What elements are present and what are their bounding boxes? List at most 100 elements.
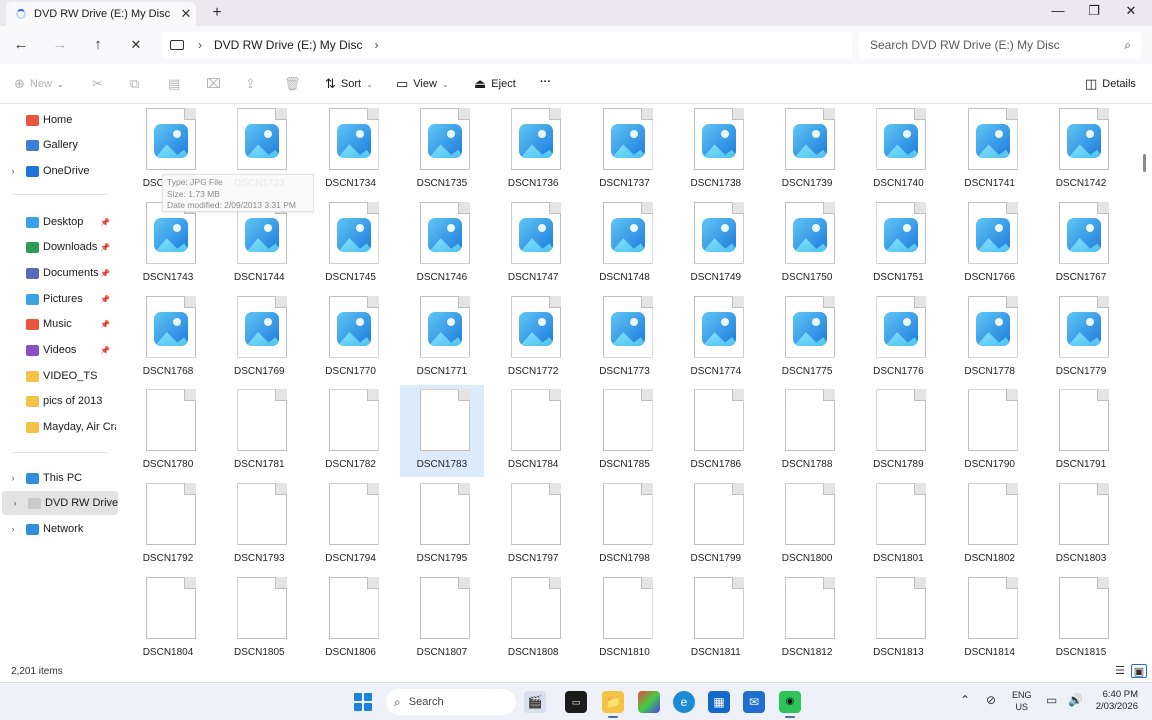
taskbar-search-box[interactable]: ⌕ Search: [386, 689, 516, 715]
pin-icon[interactable]: 📌: [100, 320, 110, 329]
file-explorer-icon[interactable]: 📁: [602, 691, 624, 718]
eject-button[interactable]: ⏏ Eject: [474, 76, 516, 92]
volume-icon[interactable]: 🔊: [1068, 693, 1083, 707]
show-hidden-icons-chevron-up-icon[interactable]: ⌃: [960, 693, 970, 707]
file-item[interactable]: DSCN1788: [765, 385, 849, 477]
sidebar-item-home[interactable]: Home: [0, 108, 116, 132]
breadcrumb-dvd-drive[interactable]: DVD RW Drive (E:) My Disc: [214, 38, 362, 52]
sidebar-item-mayday-air-cras[interactable]: Mayday, Air Cras: [0, 415, 116, 439]
sidebar-item-this-pc[interactable]: › This PC: [0, 466, 116, 490]
breadcrumb-separator[interactable]: ›: [374, 38, 378, 52]
file-item[interactable]: DSCN1794: [309, 479, 393, 571]
forward-button[interactable]: →: [48, 34, 72, 56]
file-item[interactable]: DSCN1800: [765, 479, 849, 571]
file-item[interactable]: DSCN1799: [674, 479, 758, 571]
file-item[interactable]: DSCN1748: [583, 198, 667, 290]
microsoft-store-icon[interactable]: ▦: [708, 691, 730, 713]
file-item[interactable]: DSCN1810: [583, 573, 667, 660]
share-button[interactable]: ⇪: [245, 76, 261, 92]
file-item[interactable]: DSCN1806: [309, 573, 393, 660]
file-item[interactable]: DSCN1812: [765, 573, 849, 660]
tab-close-button[interactable]: ✕: [176, 6, 196, 22]
large-icons-view-button[interactable]: ▣: [1131, 664, 1147, 678]
copilot-icon[interactable]: [638, 691, 660, 713]
expand-chevron-icon[interactable]: ›: [6, 166, 20, 176]
sidebar-item-onedrive[interactable]: › OneDrive: [0, 159, 116, 183]
close-window-button[interactable]: ✕: [1116, 3, 1146, 19]
file-item[interactable]: DSCN1780: [126, 385, 210, 477]
file-item[interactable]: DSCN1737: [583, 104, 667, 196]
file-item[interactable]: DSCN1774: [674, 292, 758, 384]
file-item[interactable]: DSCN1747: [491, 198, 575, 290]
expand-chevron-icon[interactable]: ›: [6, 473, 20, 483]
edge-browser-icon[interactable]: e: [673, 691, 695, 713]
details-pane-button[interactable]: ◫ Details: [1085, 76, 1136, 92]
file-item[interactable]: DSCN1805: [217, 573, 301, 660]
file-item[interactable]: DSCN1815: [1039, 573, 1123, 660]
sidebar-item-pics-of-2013[interactable]: pics of 2013: [0, 389, 116, 413]
rename-button[interactable]: ⌧: [206, 76, 226, 92]
file-item[interactable]: DSCN1751: [856, 198, 940, 290]
pin-icon[interactable]: 📌: [100, 295, 110, 304]
display-icon[interactable]: ▭: [1046, 693, 1057, 707]
file-item[interactable]: DSCN1791: [1039, 385, 1123, 477]
expand-chevron-icon[interactable]: ›: [8, 498, 22, 508]
view-button[interactable]: ▭ View ⌄: [396, 76, 449, 92]
file-item[interactable]: DSCN1738: [674, 104, 758, 196]
file-item[interactable]: DSCN1779: [1039, 292, 1123, 384]
file-item[interactable]: DSCN1797: [491, 479, 575, 571]
expand-chevron-icon[interactable]: ›: [6, 524, 20, 534]
file-item[interactable]: DSCN1736: [491, 104, 575, 196]
sidebar-item-dvd-rw-drive-e[interactable]: › DVD RW Drive (E: [2, 491, 118, 515]
file-item[interactable]: DSCN1746: [400, 198, 484, 290]
file-item[interactable]: DSCN1811: [674, 573, 758, 660]
file-item[interactable]: DSCN1766: [948, 198, 1032, 290]
system-clock[interactable]: 6:40 PM 2/03/2026: [1094, 689, 1138, 713]
file-item[interactable]: DSCN1789: [856, 385, 940, 477]
file-item[interactable]: DSCN1739: [765, 104, 849, 196]
start-button[interactable]: [354, 693, 372, 711]
sidebar-item-pictures[interactable]: Pictures 📌: [0, 287, 116, 311]
file-item[interactable]: DSCN1773: [583, 292, 667, 384]
pin-icon[interactable]: 📌: [100, 243, 110, 252]
cut-button[interactable]: ✂: [92, 76, 108, 92]
file-item[interactable]: DSCN1790: [948, 385, 1032, 477]
vertical-scrollbar-thumb[interactable]: [1143, 154, 1146, 172]
file-item[interactable]: DSCN1802: [948, 479, 1032, 571]
file-item[interactable]: DSCN1741: [948, 104, 1032, 196]
delete-button[interactable]: 🗑: [284, 76, 306, 92]
copy-button[interactable]: ⧉: [130, 76, 144, 92]
file-item[interactable]: DSCN1768: [126, 292, 210, 384]
file-item[interactable]: DSCN1798: [583, 479, 667, 571]
tab-active[interactable]: DVD RW Drive (E:) My Disc ✕: [6, 2, 196, 26]
restore-button[interactable]: ❐: [1079, 3, 1109, 19]
input-language-indicator[interactable]: ENG US: [1012, 689, 1032, 713]
file-item[interactable]: DSCN1740: [856, 104, 940, 196]
file-item[interactable]: DSCN1814: [948, 573, 1032, 660]
file-item[interactable]: DSCN1808: [491, 573, 575, 660]
file-item[interactable]: DSCN1782: [309, 385, 393, 477]
file-item[interactable]: DSCN1785: [583, 385, 667, 477]
android-app-icon[interactable]: ◉: [779, 691, 801, 718]
minimize-button[interactable]: —: [1043, 3, 1073, 18]
file-item[interactable]: DSCN1770: [309, 292, 393, 384]
file-item[interactable]: DSCN1801: [856, 479, 940, 571]
file-item[interactable]: DSCN1781: [217, 385, 301, 477]
file-item[interactable]: DSCN1735: [400, 104, 484, 196]
file-item[interactable]: DSCN1786: [674, 385, 758, 477]
file-item[interactable]: DSCN1776: [856, 292, 940, 384]
file-item[interactable]: DSCN1769: [217, 292, 301, 384]
file-item[interactable]: DSCN1795: [400, 479, 484, 571]
file-item[interactable]: DSCN1807: [400, 573, 484, 660]
file-item[interactable]: DSCN1771: [400, 292, 484, 384]
file-item[interactable]: DSCN1804: [126, 573, 210, 660]
file-item[interactable]: DSCN1792: [126, 479, 210, 571]
file-item[interactable]: DSCN1742: [1039, 104, 1123, 196]
file-item[interactable]: DSCN1775: [765, 292, 849, 384]
pin-icon[interactable]: 📌: [100, 218, 110, 227]
sidebar-item-desktop[interactable]: Desktop 📌: [0, 210, 116, 234]
file-item[interactable]: DSCN1749: [674, 198, 758, 290]
sidebar-item-network[interactable]: › Network: [0, 517, 116, 541]
file-item[interactable]: DSCN1783: [399, 385, 484, 478]
terminal-icon[interactable]: ▭: [565, 691, 587, 713]
